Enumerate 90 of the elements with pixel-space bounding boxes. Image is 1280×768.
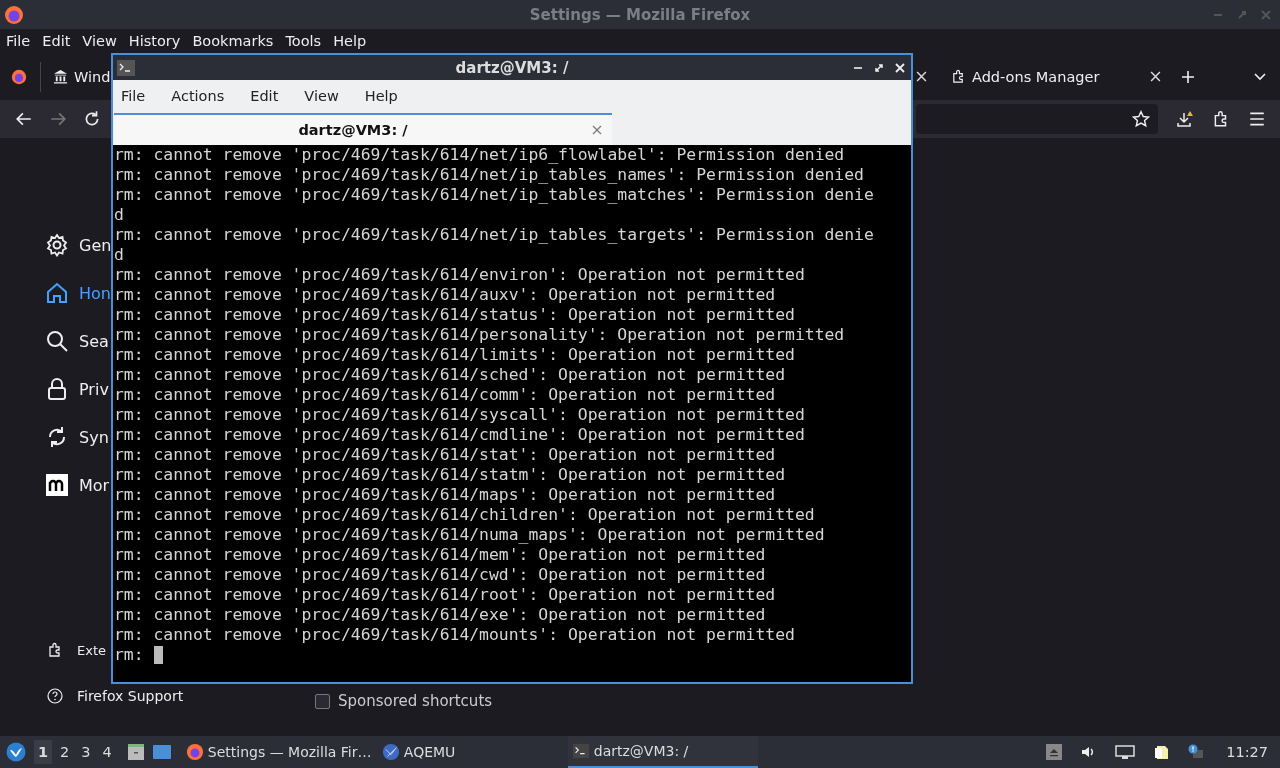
terminal-line: rm: cannot remove 'proc/469/task/614/cwd': Operation not permitted: [114, 565, 766, 585]
maximize-icon[interactable]: [874, 62, 884, 73]
terminal-line: rm: cannot remove 'proc/469/task/614/status': Operation not permitted: [114, 305, 795, 325]
terminal-line: rm: cannot remove 'proc/469/task/614/stat': Operation not permitted: [114, 445, 776, 465]
window-title: Settings — Mozilla Firefox: [528, 5, 752, 24]
firefox-icon[interactable]: [10, 67, 28, 86]
terminal-line: rm: cannot remove 'proc/469/task/614/net/ip_tables_names': Permission denied: [114, 165, 864, 185]
terminal-line: rm: cannot remove 'proc/469/task/614/net/ip_tables_matches': Permission denie: [114, 185, 874, 205]
menu-item[interactable]: Help: [333, 33, 367, 49]
sidebar-link[interactable]: Firefox Support: [45, 688, 184, 704]
sidebar-item[interactable]: Gen: [45, 221, 112, 269]
terminal-line: rm: cannot remove 'proc/469/task/614/maps': Operation not permitted: [114, 485, 776, 505]
menu-item[interactable]: Bookmarks: [192, 33, 274, 49]
download-icon[interactable]: [1176, 110, 1194, 128]
terminal-prompt: rm:: [114, 645, 144, 665]
checkbox-option[interactable]: Sponsored shortcuts: [315, 692, 1280, 710]
terminal-line: d: [114, 205, 124, 225]
checkbox[interactable]: [315, 693, 330, 709]
puzzle-icon: [47, 642, 63, 658]
new-tab-icon[interactable]: [1181, 69, 1195, 84]
menu-item[interactable]: File: [6, 33, 31, 49]
sidebar-item[interactable]: Syn: [45, 413, 109, 461]
text-cursor: [153, 646, 163, 664]
reload-icon[interactable]: [83, 110, 101, 128]
terminal-line: rm: cannot remove 'proc/469/task/614/statm': Operation not permitted: [114, 465, 786, 485]
menu-icon[interactable]: [1248, 110, 1266, 128]
menu-item[interactable]: Edit: [250, 87, 279, 104]
menu-item[interactable]: View: [304, 87, 339, 104]
menu-item[interactable]: History: [128, 33, 181, 49]
back-icon[interactable]: [15, 110, 33, 128]
star-icon[interactable]: [1132, 110, 1150, 128]
terminal-line: rm: cannot remove 'proc/469/task/614/root': Operation not permitted: [114, 585, 776, 605]
bank-icon: [53, 69, 68, 84]
network-icon[interactable]: [1114, 744, 1137, 760]
taskbar-task[interactable]: dartz@VM3: /: [567, 736, 758, 768]
sidebar-link[interactable]: Exte: [45, 642, 106, 658]
sidebar-item[interactable]: Priv: [45, 365, 109, 413]
letter-m-icon: [45, 473, 69, 497]
clock[interactable]: 11:27: [1226, 744, 1268, 760]
taskbar-task[interactable]: Settings — Mozilla Fir…: [181, 736, 378, 768]
sidebar-item[interactable]: Mor: [45, 461, 110, 509]
notes-icon[interactable]: [1154, 744, 1171, 760]
terminal-line: rm: cannot remove 'proc/469/task/614/net/ip_tables_targets': Permission denie: [114, 225, 874, 245]
terminal-line: rm: cannot remove 'proc/469/task/614/children': Operation not permitted: [114, 505, 815, 525]
firefox-icon: [4, 4, 24, 25]
window-title: dartz@VM3: /: [454, 58, 570, 77]
menu-item[interactable]: Help: [364, 87, 398, 104]
workspace-button[interactable]: 4: [98, 740, 116, 764]
browser-tab[interactable]: Add-ons Manager: [951, 68, 1161, 85]
sidebar-item[interactable]: Hon: [45, 269, 111, 317]
terminal-line: rm: cannot remove 'proc/469/task/614/limits': Operation not permitted: [114, 345, 795, 365]
terminal-line: rm: cannot remove 'proc/469/task/614/net/ip6_flowlabel': Permission denied: [114, 145, 845, 165]
terminal-icon: [117, 59, 135, 76]
workspace-button[interactable]: 3: [77, 740, 95, 764]
menu-item[interactable]: Tools: [285, 33, 322, 49]
file-cabinet-icon[interactable]: [125, 742, 146, 762]
terminal-line: rm: cannot remove 'proc/469/task/614/mounts': Operation not permitted: [114, 625, 795, 645]
terminal-icon: [571, 742, 590, 760]
firefox-icon: [185, 743, 204, 761]
browser-tab[interactable]: Wind: [53, 68, 111, 85]
terminal-line: rm: cannot remove 'proc/469/task/614/syscall': Operation not permitted: [114, 405, 805, 425]
window-icon[interactable]: [151, 742, 172, 762]
sidebar-item[interactable]: Sea: [45, 317, 109, 365]
workspace-button[interactable]: 1: [34, 740, 53, 764]
search-icon: [45, 329, 69, 353]
terminal-tab[interactable]: dartz@VM3: /: [114, 113, 612, 145]
terminal-line: rm: cannot remove 'proc/469/task/614/comm': Operation not permitted: [114, 385, 776, 405]
terminal-line: rm: cannot remove 'proc/469/task/614/personality': Operation not permitted: [114, 325, 845, 345]
terminal-line: rm: cannot remove 'proc/469/task/614/mem': Operation not permitted: [114, 545, 766, 565]
menu-item[interactable]: View: [82, 33, 117, 49]
terminal-line: rm: cannot remove 'proc/469/task/614/environ': Operation not permitted: [114, 265, 805, 285]
terminal-line: rm: cannot remove 'proc/469/task/614/sched': Operation not permitted: [114, 365, 786, 385]
help-icon: [47, 688, 63, 704]
gear-icon: [45, 233, 69, 257]
terminal-line: rm: cannot remove 'proc/469/task/614/auxv': Operation not permitted: [114, 285, 776, 305]
eject-icon[interactable]: [1046, 744, 1063, 760]
menu-item[interactable]: File: [121, 87, 146, 104]
terminal-line: rm: cannot remove 'proc/469/task/614/cmdline': Operation not permitted: [114, 425, 805, 445]
menu-item[interactable]: Actions: [171, 87, 225, 104]
terminal-line: rm: cannot remove 'proc/469/task/614/numa_maps': Operation not permitted: [114, 525, 825, 545]
forward-icon[interactable]: [49, 110, 67, 128]
taskbar-task[interactable]: AQEMU: [377, 736, 568, 768]
lock-icon: [45, 377, 69, 401]
terminal-line: d: [114, 245, 124, 265]
workspace-button[interactable]: 2: [56, 740, 74, 764]
home-icon: [45, 281, 69, 305]
terminal-line: rm: cannot remove 'proc/469/task/614/exe': Operation not permitted: [114, 605, 766, 625]
notification-icon[interactable]: [1188, 744, 1205, 760]
puzzle-icon: [951, 69, 966, 84]
menu-item[interactable]: Edit: [42, 33, 71, 49]
